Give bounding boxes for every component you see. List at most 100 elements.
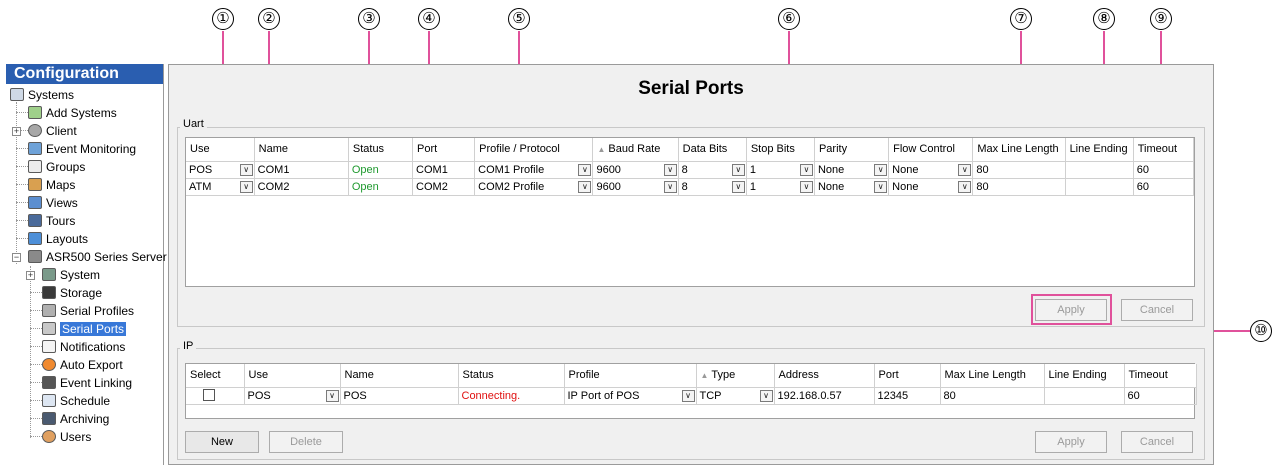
tree-item-schedule[interactable]: Schedule — [42, 392, 110, 410]
tree-item-groups[interactable]: Groups — [28, 158, 85, 176]
chevron-down-icon[interactable]: ∨ — [874, 163, 888, 176]
stop-bits-select[interactable]: 1 ∨ — [746, 178, 815, 196]
tree-item-layouts[interactable]: Layouts — [28, 230, 88, 248]
line-ending-cell[interactable] — [1044, 387, 1125, 405]
tree-item-storage[interactable]: Storage — [42, 284, 102, 302]
profile-select[interactable]: COM1 Profile ∨ — [474, 161, 594, 179]
ip-apply-button[interactable]: Apply — [1035, 431, 1107, 453]
col-flow-control[interactable]: Flow Control — [888, 138, 974, 162]
chevron-down-icon[interactable]: ∨ — [799, 180, 813, 193]
data-bits-select[interactable]: 8 ∨ — [678, 161, 747, 179]
tree-item-users[interactable]: Users — [42, 428, 91, 446]
tree-item-client[interactable]: Client — [28, 122, 77, 140]
baud-rate-select[interactable]: 9600 ∨ — [592, 178, 679, 196]
tree-item-archiving[interactable]: Archiving — [42, 410, 109, 428]
tree-item-system[interactable]: System — [42, 266, 100, 284]
table-row[interactable]: POS ∨ POS Connecting. IP Port of POS ∨ TCP… — [186, 387, 1197, 405]
col-use[interactable]: Use — [186, 138, 255, 162]
table-row[interactable]: POS ∨ COM1 Open COM1 COM1 Profile ∨ 9600 ∨ … — [186, 161, 1195, 179]
max-line-length-cell[interactable]: 80 — [972, 178, 1066, 196]
tree-item-tours[interactable]: Tours — [28, 212, 75, 230]
new-button[interactable]: New — [185, 431, 259, 453]
col-port[interactable]: Port — [412, 138, 476, 162]
col-name[interactable]: Name — [340, 364, 459, 388]
flow-control-select[interactable]: None ∨ — [888, 178, 974, 196]
address-cell[interactable]: 192.168.0.57 — [774, 387, 875, 405]
chevron-down-icon[interactable]: ∨ — [663, 180, 677, 193]
col-line-ending[interactable]: Line Ending — [1065, 138, 1134, 162]
col-port[interactable]: Port — [874, 364, 941, 388]
line-ending-cell[interactable] — [1065, 178, 1134, 196]
col-type[interactable]: ▲ Type — [696, 364, 775, 388]
select-checkbox[interactable] — [203, 389, 215, 401]
col-use[interactable]: Use — [244, 364, 341, 388]
max-line-length-cell[interactable]: 80 — [940, 387, 1045, 405]
tree-item-maps[interactable]: Maps — [28, 176, 75, 194]
col-data-bits[interactable]: Data Bits — [678, 138, 747, 162]
timeout-cell[interactable]: 60 — [1133, 161, 1195, 179]
tree-item-systems[interactable]: Systems — [10, 86, 74, 104]
col-status[interactable]: Status — [348, 138, 414, 162]
expand-client-icon[interactable]: + — [12, 127, 21, 136]
expand-system-icon[interactable]: + — [26, 271, 35, 280]
parity-select[interactable]: None ∨ — [814, 178, 890, 196]
tree-item-event-monitoring[interactable]: Event Monitoring — [28, 140, 136, 158]
col-parity[interactable]: Parity — [814, 138, 890, 162]
col-timeout[interactable]: Timeout — [1124, 364, 1197, 388]
chevron-down-icon[interactable]: ∨ — [663, 163, 677, 176]
tree-item-views[interactable]: Views — [28, 194, 78, 212]
col-address[interactable]: Address — [774, 364, 875, 388]
use-select[interactable]: POS ∨ — [244, 387, 341, 405]
chevron-down-icon[interactable]: ∨ — [874, 180, 888, 193]
max-line-length-cell[interactable]: 80 — [972, 161, 1066, 179]
col-stop-bits[interactable]: Stop Bits — [746, 138, 815, 162]
col-max-line-length[interactable]: Max Line Length — [940, 364, 1045, 388]
timeout-cell[interactable]: 60 — [1133, 178, 1195, 196]
name-cell[interactable]: COM1 — [254, 161, 349, 179]
chevron-down-icon[interactable]: ∨ — [239, 180, 253, 193]
chevron-down-icon[interactable]: ∨ — [799, 163, 813, 176]
flow-control-select[interactable]: None ∨ — [888, 161, 974, 179]
tree-item-auto-export[interactable]: Auto Export — [42, 356, 123, 374]
tree-item-serial-profiles[interactable]: Serial Profiles — [42, 302, 134, 320]
col-profile[interactable]: Profile — [564, 364, 697, 388]
tree-item-serial-ports[interactable]: Serial Ports — [42, 320, 127, 338]
profile-select[interactable]: IP Port of POS ∨ — [564, 387, 697, 405]
tree-item-event-linking[interactable]: Event Linking — [42, 374, 132, 392]
chevron-down-icon[interactable]: ∨ — [578, 180, 592, 193]
timeout-cell[interactable]: 60 — [1124, 387, 1197, 405]
use-select[interactable]: POS ∨ — [186, 161, 255, 179]
chevron-down-icon[interactable]: ∨ — [325, 389, 339, 402]
name-cell[interactable]: COM2 — [254, 178, 349, 196]
data-bits-select[interactable]: 8 ∨ — [678, 178, 747, 196]
line-ending-cell[interactable] — [1065, 161, 1134, 179]
col-status[interactable]: Status — [458, 364, 565, 388]
chevron-down-icon[interactable]: ∨ — [239, 163, 253, 176]
name-cell[interactable]: POS — [340, 387, 459, 405]
profile-select[interactable]: COM2 Profile ∨ — [474, 178, 594, 196]
port-cell[interactable]: 12345 — [874, 387, 941, 405]
chevron-down-icon[interactable]: ∨ — [759, 389, 773, 402]
chevron-down-icon[interactable]: ∨ — [731, 163, 745, 176]
use-select[interactable]: ATM ∨ — [186, 178, 255, 196]
chevron-down-icon[interactable]: ∨ — [958, 163, 972, 176]
chevron-down-icon[interactable]: ∨ — [731, 180, 745, 193]
chevron-down-icon[interactable]: ∨ — [958, 180, 972, 193]
parity-select[interactable]: None ∨ — [814, 161, 890, 179]
chevron-down-icon[interactable]: ∨ — [578, 163, 592, 176]
select-cell[interactable] — [186, 387, 245, 405]
col-baud-rate[interactable]: ▲ Baud Rate — [592, 138, 679, 162]
table-row[interactable]: ATM ∨ COM2 Open COM2 COM2 Profile ∨ 9600 ∨ … — [186, 178, 1195, 196]
col-timeout[interactable]: Timeout — [1133, 138, 1195, 162]
uart-apply-button[interactable]: Apply — [1035, 299, 1107, 321]
delete-button[interactable]: Delete — [269, 431, 343, 453]
col-profile-protocol[interactable]: Profile / Protocol — [474, 138, 594, 162]
col-line-ending[interactable]: Line Ending — [1044, 364, 1125, 388]
col-max-line-length[interactable]: Max Line Length — [972, 138, 1066, 162]
tree-item-asr500-server[interactable]: ASR500 Series Server — [28, 248, 167, 266]
baud-rate-select[interactable]: 9600 ∨ — [592, 161, 679, 179]
type-select[interactable]: TCP ∨ — [696, 387, 775, 405]
col-select[interactable]: Select — [186, 364, 245, 388]
chevron-down-icon[interactable]: ∨ — [681, 389, 695, 402]
ip-cancel-button[interactable]: Cancel — [1121, 431, 1193, 453]
